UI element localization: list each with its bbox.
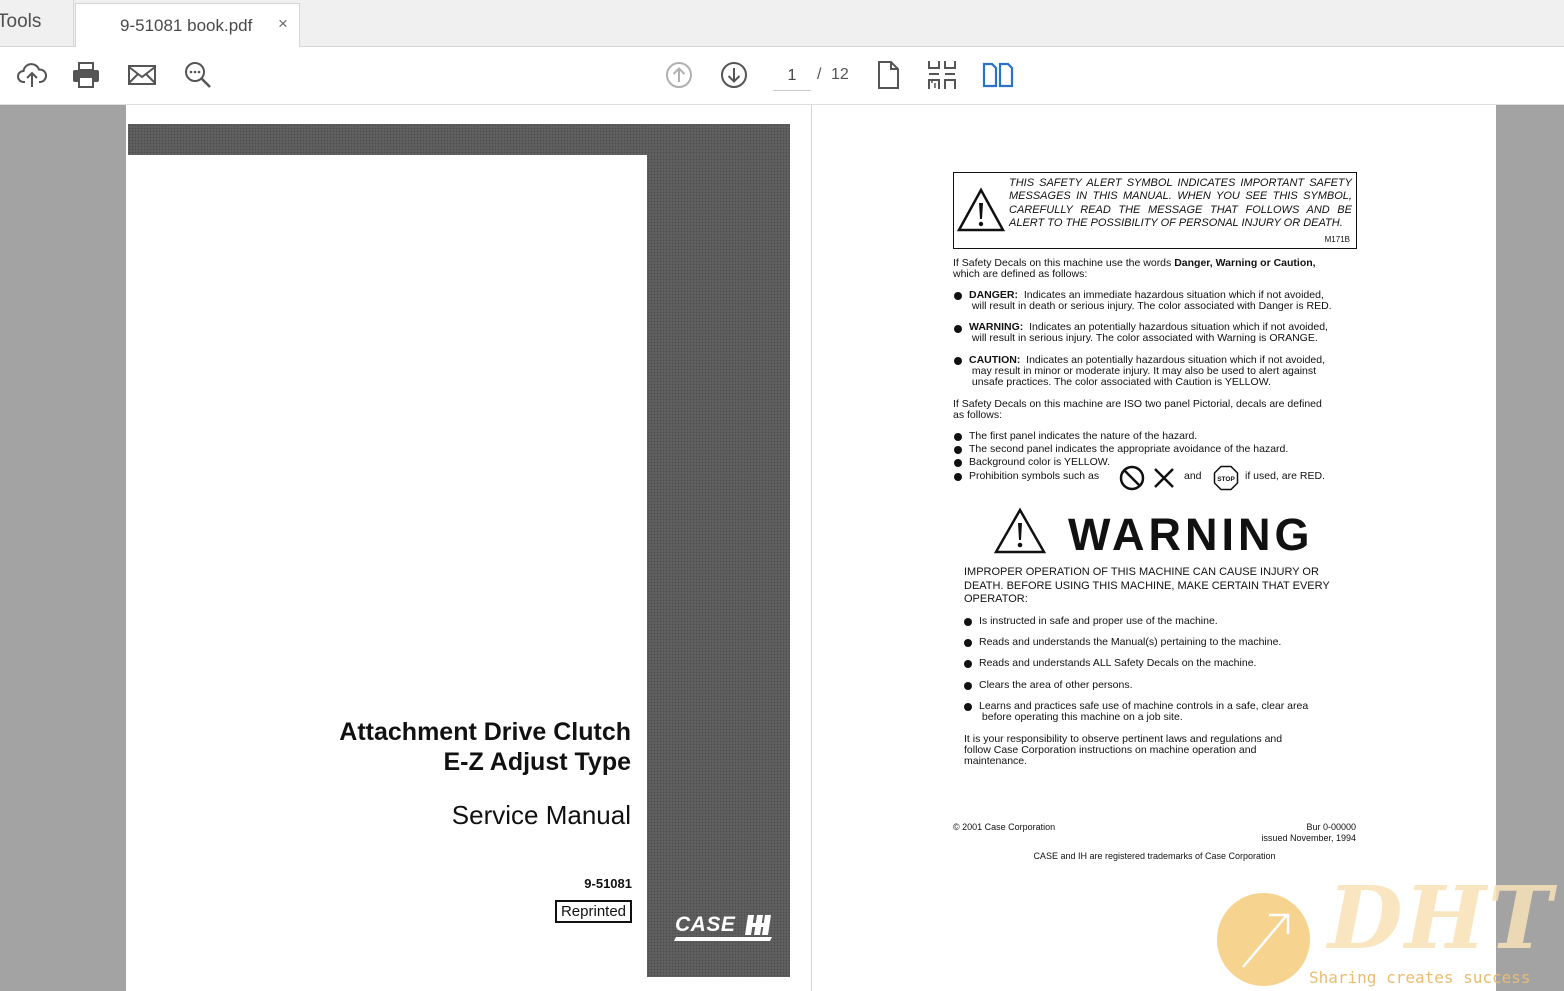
cover-top-band [128, 124, 790, 155]
bullet-dot [964, 660, 972, 668]
prohibition-and: and [1184, 470, 1202, 482]
watermark-logo-circle [1217, 893, 1310, 986]
trademark: CASE and IH are registered trademarks of… [1033, 851, 1276, 861]
tab-tools-label: Tools [0, 11, 42, 32]
bullet-dot [954, 357, 962, 365]
operator-item: Is instructed in safe and proper use of … [979, 615, 1218, 627]
page-safety: THIS SAFETY ALERT SYMBOL INDICATES IMPOR… [811, 105, 1496, 991]
page-total: 12 [831, 66, 849, 83]
iso-item: The second panel indicates the appropria… [969, 443, 1289, 455]
iso-item: Background color is YELLOW. [969, 456, 1111, 468]
prohibition-icon [1119, 465, 1145, 491]
tab-document-title: 9-51081 book.pdf [120, 16, 253, 35]
iso-intro: If Safety Decals on this machine are ISO… [953, 399, 1363, 421]
operator-item: Learns and practices safe use of machine… [979, 701, 1308, 723]
operator-item-5b: before operating this machine on a job s… [981, 711, 1183, 723]
warning-item: WARNING: Indicates an potentially hazard… [969, 322, 1369, 344]
resp-3: maintenance. [964, 755, 1028, 767]
cover-title-line-2: E-Z Adjust Type [443, 748, 632, 776]
svg-text:CASE: CASE [675, 913, 736, 936]
bullet-dot [954, 473, 962, 481]
improper-3: OPERATOR: [964, 593, 1028, 605]
iso-intro-2: as follows: [953, 409, 1003, 421]
responsibility: It is your responsibility to observe per… [964, 734, 1344, 767]
operator-item: Reads and understands ALL Safety Decals … [979, 657, 1257, 669]
bur-code: Bur 0-00000 [1306, 822, 1356, 832]
danger-text-2: will result in death or serious injury. … [971, 300, 1332, 312]
print-icon[interactable] [70, 59, 102, 91]
cover-title: Attachment Drive Clutch E-Z Adjust Type [339, 717, 631, 777]
two-page-icon[interactable] [982, 59, 1014, 91]
watermark-brand: DHT [1328, 868, 1554, 969]
page-cover: Attachment Drive Clutch E-Z Adjust Type … [126, 105, 811, 991]
page-down-icon[interactable] [718, 59, 750, 91]
caution-item: CAUTION: Indicates an potentially hazard… [969, 355, 1369, 388]
cover-title-line-1: Attachment Drive Clutch [339, 718, 631, 746]
decal-intro-b: which are defined as follows: [953, 268, 1088, 280]
watermark-tagline: Sharing creates success [1309, 968, 1531, 987]
tab-document[interactable]: 9-51081 book.pdf × [75, 3, 300, 48]
tab-close-icon[interactable]: × [274, 14, 292, 34]
page-separator: / [817, 66, 822, 83]
bullet-dot [964, 703, 972, 711]
case-ih-logo: CASE [674, 913, 772, 941]
stop-sign-icon: STOP [1213, 465, 1239, 491]
bullet-dot [954, 325, 962, 333]
page-number-input[interactable] [773, 61, 811, 91]
improper-1: IMPROPER OPERATION OF THIS MACHINE CAN C… [964, 566, 1319, 578]
danger-item: DANGER: Indicates an immediate hazardous… [969, 290, 1369, 312]
issued-date: issued November, 1994 [1261, 833, 1356, 843]
cover-subtitle: Service Manual [451, 800, 631, 830]
prohibition-text-a: Prohibition symbols such as [969, 470, 1100, 482]
cover-reprinted: Reprinted [555, 900, 632, 923]
bullet-dot [954, 292, 962, 300]
bullet-dot [954, 433, 962, 441]
copyright: © 2001 Case Corporation [953, 822, 1056, 832]
single-page-icon[interactable] [872, 59, 904, 91]
cross-icon [1154, 468, 1174, 488]
page-up-icon[interactable] [663, 59, 695, 91]
bullet-dot [964, 682, 972, 690]
improper-operation: IMPROPER OPERATION OF THIS MACHINE CAN C… [964, 566, 1364, 607]
operator-item: Clears the area of other persons. [979, 679, 1133, 691]
iso-intro-1: If Safety Decals on this machine are ISO… [953, 398, 1322, 410]
tab-tools[interactable]: Tools [0, 0, 74, 47]
bullet-dot [954, 459, 962, 467]
safety-alert-text: THIS SAFETY ALERT SYMBOL INDICATES IMPOR… [1009, 177, 1352, 229]
bullet-dot [954, 446, 962, 454]
document-viewer[interactable]: Attachment Drive Clutch E-Z Adjust Type … [0, 105, 1564, 991]
cloud-upload-icon[interactable] [16, 59, 48, 91]
decal-intro: If Safety Decals on this machine use the… [953, 258, 1363, 280]
stop-sign-text: STOP [1217, 476, 1235, 483]
cover-code: 9-51081 [584, 876, 632, 891]
warning-text-2: will result in serious injury. The color… [971, 332, 1318, 344]
safety-alert-code: M171B [1324, 235, 1350, 244]
email-icon[interactable] [126, 59, 158, 91]
decal-intro-bold: Danger, Warning or Caution, [1174, 257, 1316, 269]
bur-info: Bur 0-00000 issued November, 1994 [1158, 822, 1356, 844]
bullet-dot [964, 639, 972, 647]
cover-side-band [647, 155, 790, 977]
arrow-icon [1242, 913, 1290, 968]
safety-alert-box: THIS SAFETY ALERT SYMBOL INDICATES IMPOR… [953, 172, 1357, 249]
bullet-dot [964, 618, 972, 626]
improper-2: DEATH. BEFORE USING THIS MACHINE, MAKE C… [964, 579, 1330, 592]
prohibition-text-b: if used, are RED. [1245, 470, 1325, 482]
operator-item: Reads and understands the Manual(s) pert… [979, 636, 1282, 648]
warning-heading: WARNING [1068, 509, 1314, 560]
zoom-icon[interactable] [182, 59, 214, 91]
caution-text-3: unsafe practices. The color associated w… [971, 376, 1271, 388]
toolbar: / 12 [0, 47, 1564, 105]
iso-item: The first panel indicates the nature of … [969, 430, 1198, 442]
safety-alert-icon [956, 187, 1006, 232]
tab-bar: Tools 9-51081 book.pdf × [0, 0, 1564, 48]
warning-triangle-icon [993, 507, 1047, 554]
scroll-mode-icon[interactable] [926, 59, 958, 91]
